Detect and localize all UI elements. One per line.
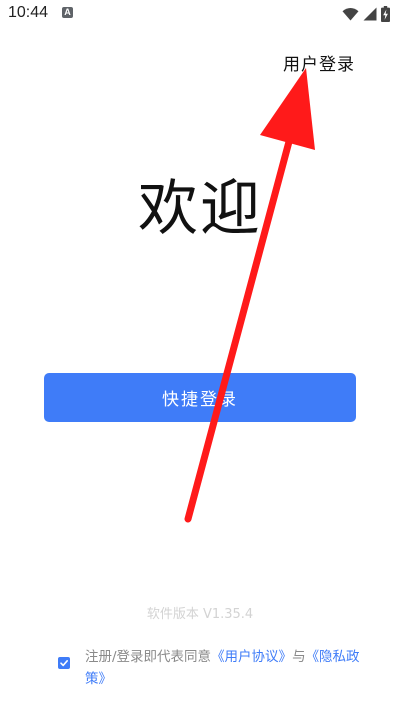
user-login-link[interactable]: 用户登录 (283, 50, 355, 75)
agreement-conjunction: 与 (292, 649, 306, 665)
status-bar: 10:44 A (0, 0, 400, 28)
agreement-checkbox[interactable] (58, 657, 70, 669)
wifi-icon (342, 8, 359, 21)
battery-charging-icon (381, 6, 390, 22)
quick-login-label: 快捷登录 (162, 390, 238, 410)
welcome-title: 欢迎 (138, 174, 262, 244)
agreement-prefix: 注册/登录即代表同意 (85, 649, 212, 665)
agreement-text: 注册/登录即代表同意《用户协议》与《隐私政策》 (85, 646, 360, 690)
quick-login-button[interactable]: 快捷登录 (44, 373, 356, 422)
checkmark-icon (60, 660, 68, 667)
app-version: 软件版本 V1.35.4 (146, 607, 254, 622)
status-icons (342, 5, 390, 23)
status-time: 10:44 (8, 4, 49, 21)
user-agreement-link[interactable]: 《用户协议》 (211, 649, 292, 665)
cell-signal-icon (363, 7, 377, 21)
notification-icon: A (62, 7, 73, 18)
